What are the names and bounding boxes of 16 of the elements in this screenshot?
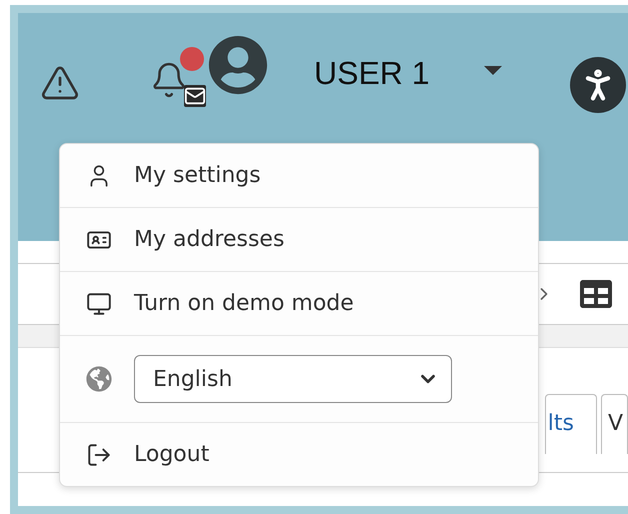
menu-item[interactable]: My addresses bbox=[60, 207, 538, 271]
globe-icon bbox=[86, 366, 112, 392]
menu-item[interactable]: Turn on demo mode bbox=[60, 271, 538, 335]
avatar-icon[interactable] bbox=[208, 35, 268, 95]
grid-icon[interactable] bbox=[580, 278, 612, 310]
mail-icon bbox=[184, 85, 206, 107]
monitor-icon bbox=[86, 290, 112, 316]
menu-item[interactable]: Logout bbox=[60, 422, 538, 486]
tab[interactable]: V bbox=[600, 394, 628, 454]
logout-icon bbox=[86, 442, 112, 468]
menu-item[interactable]: My settings bbox=[60, 144, 538, 207]
caret-icon[interactable] bbox=[484, 66, 502, 75]
user-name: USER 1 bbox=[314, 55, 430, 92]
language-select[interactable]: English bbox=[134, 355, 452, 403]
tab[interactable]: lts bbox=[544, 394, 597, 454]
notification-dot bbox=[180, 47, 204, 71]
